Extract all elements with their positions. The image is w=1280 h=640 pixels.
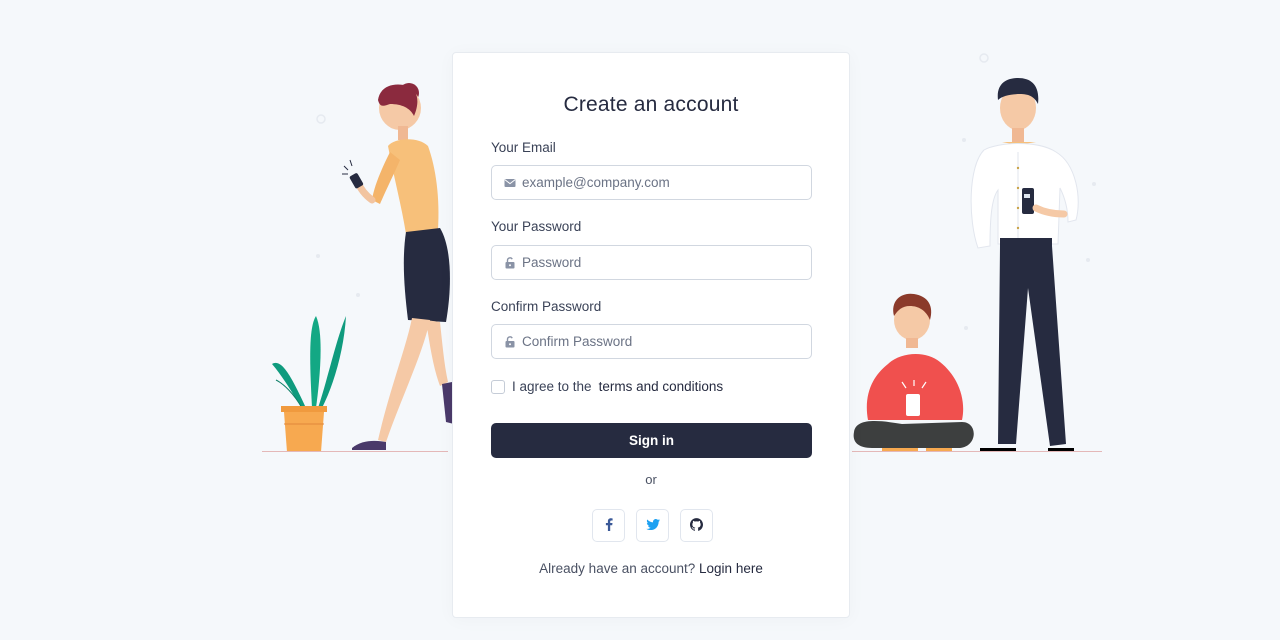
twitter-icon (645, 518, 660, 533)
sign-in-button[interactable]: Sign in (491, 423, 812, 458)
terms-checkbox[interactable] (491, 379, 505, 394)
potted-plant (272, 316, 346, 452)
password-label: Your Password (491, 219, 582, 234)
ground-line-right (852, 451, 1102, 452)
github-login-button[interactable] (680, 509, 713, 542)
login-prompt-text: Already have an account? (539, 561, 696, 576)
standing-man-figure (970, 78, 1079, 452)
page-title: Create an account (563, 93, 739, 116)
signup-page: Create an account Your Email Your Passwo… (0, 0, 1280, 640)
confirm-password-label: Confirm Password (491, 299, 602, 314)
login-prompt: Already have an account? Login here (453, 561, 849, 576)
social-login-buttons (592, 509, 713, 542)
email-label: Your Email (491, 140, 556, 155)
confirm-password-input[interactable] (522, 325, 811, 358)
password-field-wrapper (491, 245, 812, 280)
signup-card: Create an account Your Email Your Passwo… (452, 52, 850, 618)
terms-agreement-row: I agree to the terms and conditions (491, 379, 723, 394)
woman-figure (342, 83, 454, 450)
woman-with-phone-illustration (272, 83, 454, 452)
unlock-icon (492, 246, 522, 279)
password-input[interactable] (522, 246, 811, 279)
terms-prefix-text: I agree to the (512, 379, 592, 394)
confirm-password-field-wrapper (491, 324, 812, 359)
email-field-wrapper (491, 165, 812, 200)
ground-line-left (262, 451, 448, 452)
or-divider: or (645, 472, 657, 487)
envelope-icon (492, 166, 522, 199)
unlock-icon (492, 325, 522, 358)
github-icon (690, 517, 703, 534)
twitter-login-button[interactable] (636, 509, 669, 542)
facebook-login-button[interactable] (592, 509, 625, 542)
email-input[interactable] (522, 166, 811, 199)
men-with-phones-illustration (853, 53, 1096, 452)
login-link[interactable]: Login here (699, 561, 763, 576)
terms-link[interactable]: terms and conditions (599, 379, 724, 394)
facebook-icon (605, 517, 613, 534)
sitting-boy-figure (853, 293, 974, 452)
